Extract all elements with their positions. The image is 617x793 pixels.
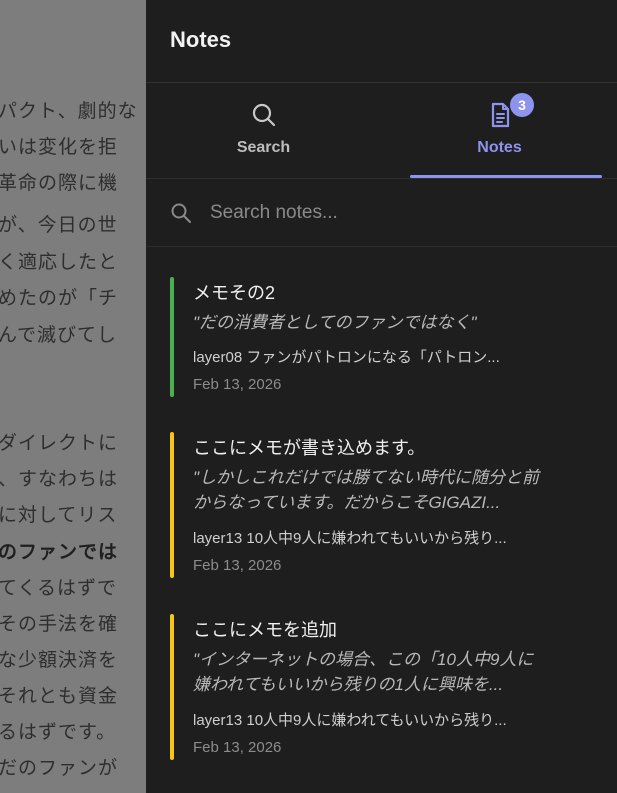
background-text-line: るはずです。: [0, 721, 117, 743]
note-source: layer08 ファンがパトロンになる「パトロン...: [193, 349, 500, 366]
panel-title: Notes: [170, 27, 232, 52]
background-text-line: 、すなわちは: [0, 468, 119, 490]
note-quote: "インターネットの場合、この「10人中9人に嫌われてもいいから残りの1人に興味を…: [193, 650, 534, 694]
background-text-line: のファンでは: [0, 541, 119, 563]
background-text-line: が、今日の世: [0, 214, 118, 236]
tab-notes-label: Notes: [477, 139, 522, 156]
background-text-line: それとも資金: [0, 685, 119, 707]
background-text-line: パクト、劇的な: [0, 100, 138, 122]
note-date: Feb 13, 2026: [193, 739, 282, 756]
search-icon: [171, 203, 191, 223]
note-title: ここにメモが書き込めます。: [193, 438, 426, 458]
note-quote: "だの消費者としてのファンではなく": [193, 313, 477, 332]
tab-notes[interactable]: Notes: [382, 83, 617, 178]
tab-search-label: Search: [236, 139, 291, 156]
tab-search[interactable]: Search: [146, 83, 381, 178]
search-bar: [146, 179, 617, 247]
background-text-line: く適応したと: [0, 251, 119, 273]
search-input[interactable]: [208, 196, 592, 230]
active-tab-indicator: [410, 175, 602, 178]
background-text-line: その手法を確: [0, 613, 119, 635]
background-text-line: 革命の際に機: [0, 172, 119, 194]
background-text-line: てくるはずで: [0, 577, 118, 599]
background-text-line: な少額決済を: [0, 649, 119, 671]
note-date: Feb 13, 2026: [193, 557, 282, 574]
background-text-line: めたのが「チ: [0, 287, 119, 309]
panel-header: Notes: [146, 0, 617, 83]
note-title: ここにメモを追加: [193, 620, 337, 640]
notes-count-badge: 3: [510, 93, 534, 117]
background-text-line: ダイレクトに: [0, 432, 119, 454]
note-color-bar: [170, 432, 174, 578]
tab-bar: Search Notes: [146, 83, 617, 179]
note-card[interactable]: メモその2 "だの消費者としてのファンではなく" layer08 ファンがパトロ…: [146, 277, 617, 397]
background-text-line: だのファンが: [0, 757, 119, 779]
note-date: Feb 13, 2026: [193, 376, 282, 393]
note-source: layer13 10人中9人に嫌われてもいいから残り...: [193, 530, 507, 547]
note-card[interactable]: ここにメモが書き込めます。 "しかしこれだけでは勝てない時代に随分と前からなって…: [146, 432, 617, 578]
notes-panel: Notes Search Notes 3 Search notes... メモそ…: [146, 0, 617, 793]
note-color-bar: [170, 614, 174, 760]
note-card[interactable]: ここにメモを追加 "インターネットの場合、この「10人中9人に嫌われてもいいから…: [146, 614, 617, 760]
background-document: パクト、劇的な いは変化を拒 革命の際に機 が、今日の世 く適応したと めたのが…: [0, 0, 146, 793]
background-text-line: に対してリス: [0, 504, 118, 526]
note-source: layer13 10人中9人に嫌われてもいいから残り...: [193, 712, 507, 729]
note-quote: "しかしこれだけでは勝てない時代に随分と前からなっています。だからこそGIGAZ…: [193, 468, 540, 512]
note-color-bar: [170, 277, 174, 397]
background-text-line: んで滅びてし: [0, 324, 118, 346]
background-text-line: いは変化を拒: [0, 136, 119, 158]
note-title: メモその2: [193, 283, 276, 303]
search-icon: [252, 103, 275, 127]
